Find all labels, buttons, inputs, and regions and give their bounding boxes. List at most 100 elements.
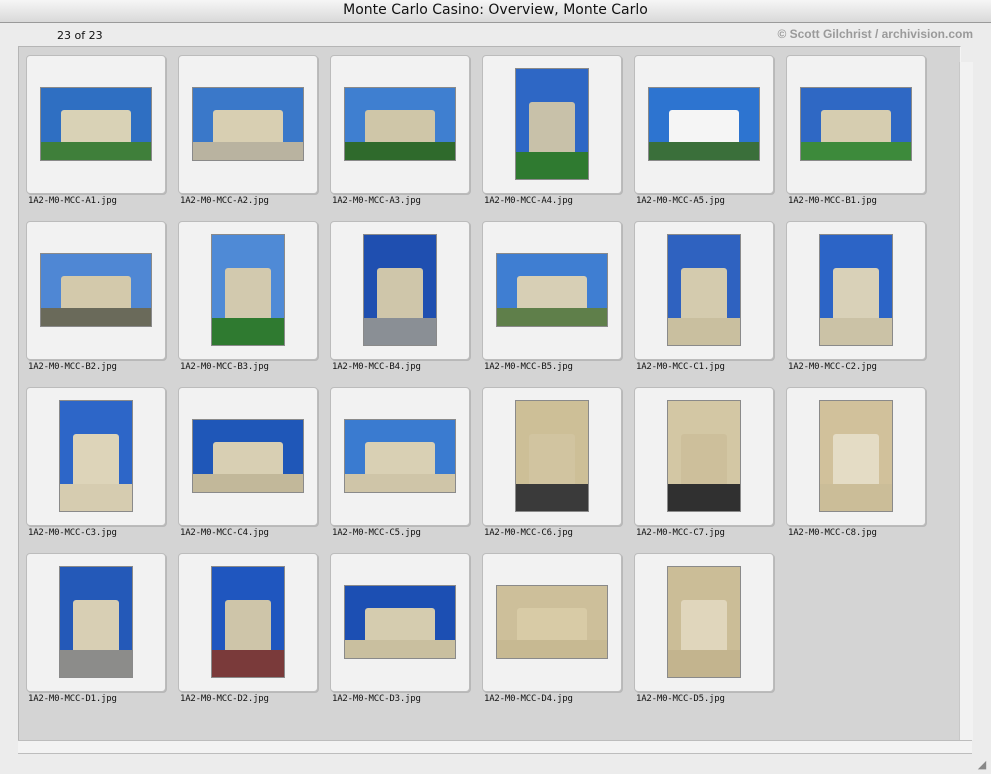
thumbnail-cell[interactable]: 1A2-M0-MCC-A2.jpg [172, 48, 324, 208]
gallery-header: 23 of 23 © Scott Gilchrist / archivision… [0, 23, 991, 47]
thumbnail-grid: 1A2-M0-MCC-A1.jpg 1A2-M0-MCC-A2.jpg 1A2-M0… [18, 46, 961, 741]
thumbnail-image[interactable] [515, 400, 589, 512]
thumbnail-cell[interactable]: 1A2-M0-MCC-C1.jpg [628, 214, 780, 374]
thumbnail-cell[interactable]: 1A2-M0-MCC-B3.jpg [172, 214, 324, 374]
thumbnail-filename: 1A2-M0-MCC-D4.jpg [484, 694, 573, 704]
thumbnail-cell[interactable]: 1A2-M0-MCC-D3.jpg [324, 546, 476, 706]
copyright-notice: © Scott Gilchrist / archivision.com [777, 27, 973, 41]
slide-frame[interactable] [26, 221, 166, 360]
thumbnail-image[interactable] [648, 87, 760, 161]
slide-frame[interactable] [26, 553, 166, 692]
thumbnail-image[interactable] [192, 87, 304, 161]
thumbnail-cell[interactable]: 1A2-M0-MCC-D2.jpg [172, 546, 324, 706]
thumbnail-image[interactable] [211, 234, 285, 346]
thumbnail-image[interactable] [515, 68, 589, 180]
thumbnail-filename: 1A2-M0-MCC-C5.jpg [332, 528, 421, 538]
slide-frame[interactable] [786, 221, 926, 360]
slide-frame[interactable] [634, 387, 774, 526]
thumbnail-filename: 1A2-M0-MCC-A5.jpg [636, 196, 725, 206]
slide-frame[interactable] [482, 221, 622, 360]
thumbnail-cell[interactable]: 1A2-M0-MCC-C2.jpg [780, 214, 932, 374]
thumbnail-cell[interactable]: 1A2-M0-MCC-A3.jpg [324, 48, 476, 208]
thumbnail-filename: 1A2-M0-MCC-A2.jpg [180, 196, 269, 206]
slide-frame[interactable] [330, 55, 470, 194]
slide-frame[interactable] [330, 387, 470, 526]
thumbnail-cell[interactable]: 1A2-M0-MCC-D1.jpg [20, 546, 172, 706]
slide-frame[interactable] [634, 221, 774, 360]
thumbnail-filename: 1A2-M0-MCC-B2.jpg [28, 362, 117, 372]
slide-frame[interactable] [178, 553, 318, 692]
slide-frame[interactable] [634, 55, 774, 194]
slide-frame[interactable] [634, 553, 774, 692]
thumbnail-cell[interactable]: 1A2-M0-MCC-B1.jpg [780, 48, 932, 208]
viewer-window: Monte Carlo Casino: Overview, Monte Carl… [0, 0, 991, 774]
slide-frame[interactable] [786, 55, 926, 194]
thumbnail-image[interactable] [667, 234, 741, 346]
thumbnail-image[interactable] [59, 566, 133, 678]
slide-frame[interactable] [26, 55, 166, 194]
thumbnail-cell[interactable]: 1A2-M0-MCC-C6.jpg [476, 380, 628, 540]
thumbnail-image[interactable] [496, 585, 608, 659]
thumbnail-filename: 1A2-M0-MCC-C3.jpg [28, 528, 117, 538]
window-titlebar[interactable]: Monte Carlo Casino: Overview, Monte Carl… [0, 0, 991, 23]
thumbnail-cell[interactable]: 1A2-M0-MCC-B2.jpg [20, 214, 172, 374]
thumbnail-filename: 1A2-M0-MCC-A3.jpg [332, 196, 421, 206]
thumbnail-filename: 1A2-M0-MCC-A4.jpg [484, 196, 573, 206]
vertical-scrollbar[interactable] [959, 62, 973, 740]
thumbnail-filename: 1A2-M0-MCC-D5.jpg [636, 694, 725, 704]
thumbnail-image[interactable] [192, 419, 304, 493]
slide-frame[interactable] [482, 55, 622, 194]
slide-frame[interactable] [330, 221, 470, 360]
thumbnail-cell[interactable]: 1A2-M0-MCC-C4.jpg [172, 380, 324, 540]
thumbnail-cell[interactable]: 1A2-M0-MCC-B4.jpg [324, 214, 476, 374]
thumbnail-image[interactable] [211, 566, 285, 678]
thumbnail-image[interactable] [40, 253, 152, 327]
thumbnail-image[interactable] [59, 400, 133, 512]
thumbnail-cell[interactable]: 1A2-M0-MCC-B5.jpg [476, 214, 628, 374]
slide-frame[interactable] [26, 387, 166, 526]
thumbnail-filename: 1A2-M0-MCC-C4.jpg [180, 528, 269, 538]
thumbnail-image[interactable] [363, 234, 437, 346]
thumbnail-filename: 1A2-M0-MCC-B5.jpg [484, 362, 573, 372]
thumbnail-cell[interactable]: 1A2-M0-MCC-D4.jpg [476, 546, 628, 706]
thumbnail-cell[interactable]: 1A2-M0-MCC-A1.jpg [20, 48, 172, 208]
thumbnail-image[interactable] [819, 234, 893, 346]
thumbnail-filename: 1A2-M0-MCC-C6.jpg [484, 528, 573, 538]
thumbnail-filename: 1A2-M0-MCC-C7.jpg [636, 528, 725, 538]
thumbnail-filename: 1A2-M0-MCC-B4.jpg [332, 362, 421, 372]
thumbnail-filename: 1A2-M0-MCC-D2.jpg [180, 694, 269, 704]
thumbnail-image[interactable] [40, 87, 152, 161]
thumbnail-filename: 1A2-M0-MCC-D1.jpg [28, 694, 117, 704]
thumbnail-image[interactable] [344, 87, 456, 161]
slide-frame[interactable] [482, 387, 622, 526]
thumbnail-filename: 1A2-M0-MCC-C8.jpg [788, 528, 877, 538]
thumbnail-filename: 1A2-M0-MCC-B1.jpg [788, 196, 877, 206]
thumbnail-image[interactable] [667, 566, 741, 678]
image-count: 23 of 23 [57, 29, 103, 42]
thumbnail-image[interactable] [667, 400, 741, 512]
thumbnail-cell[interactable]: 1A2-M0-MCC-C8.jpg [780, 380, 932, 540]
thumbnail-cell[interactable]: 1A2-M0-MCC-A5.jpg [628, 48, 780, 208]
thumbnail-image[interactable] [344, 419, 456, 493]
thumbnail-cell[interactable]: 1A2-M0-MCC-C3.jpg [20, 380, 172, 540]
thumbnail-image[interactable] [800, 87, 912, 161]
horizontal-scrollbar[interactable] [18, 740, 972, 754]
resize-grip-icon[interactable]: ◢ [975, 758, 989, 772]
thumbnail-filename: 1A2-M0-MCC-C2.jpg [788, 362, 877, 372]
thumbnail-cell[interactable]: 1A2-M0-MCC-D5.jpg [628, 546, 780, 706]
slide-frame[interactable] [178, 55, 318, 194]
slide-frame[interactable] [786, 387, 926, 526]
slide-frame[interactable] [482, 553, 622, 692]
thumbnail-filename: 1A2-M0-MCC-A1.jpg [28, 196, 117, 206]
slide-frame[interactable] [178, 387, 318, 526]
slide-frame[interactable] [330, 553, 470, 692]
thumbnail-filename: 1A2-M0-MCC-D3.jpg [332, 694, 421, 704]
thumbnail-cell[interactable]: 1A2-M0-MCC-C7.jpg [628, 380, 780, 540]
thumbnail-image[interactable] [819, 400, 893, 512]
thumbnail-cell[interactable]: 1A2-M0-MCC-C5.jpg [324, 380, 476, 540]
thumbnail-filename: 1A2-M0-MCC-C1.jpg [636, 362, 725, 372]
thumbnail-image[interactable] [496, 253, 608, 327]
thumbnail-image[interactable] [344, 585, 456, 659]
thumbnail-cell[interactable]: 1A2-M0-MCC-A4.jpg [476, 48, 628, 208]
slide-frame[interactable] [178, 221, 318, 360]
